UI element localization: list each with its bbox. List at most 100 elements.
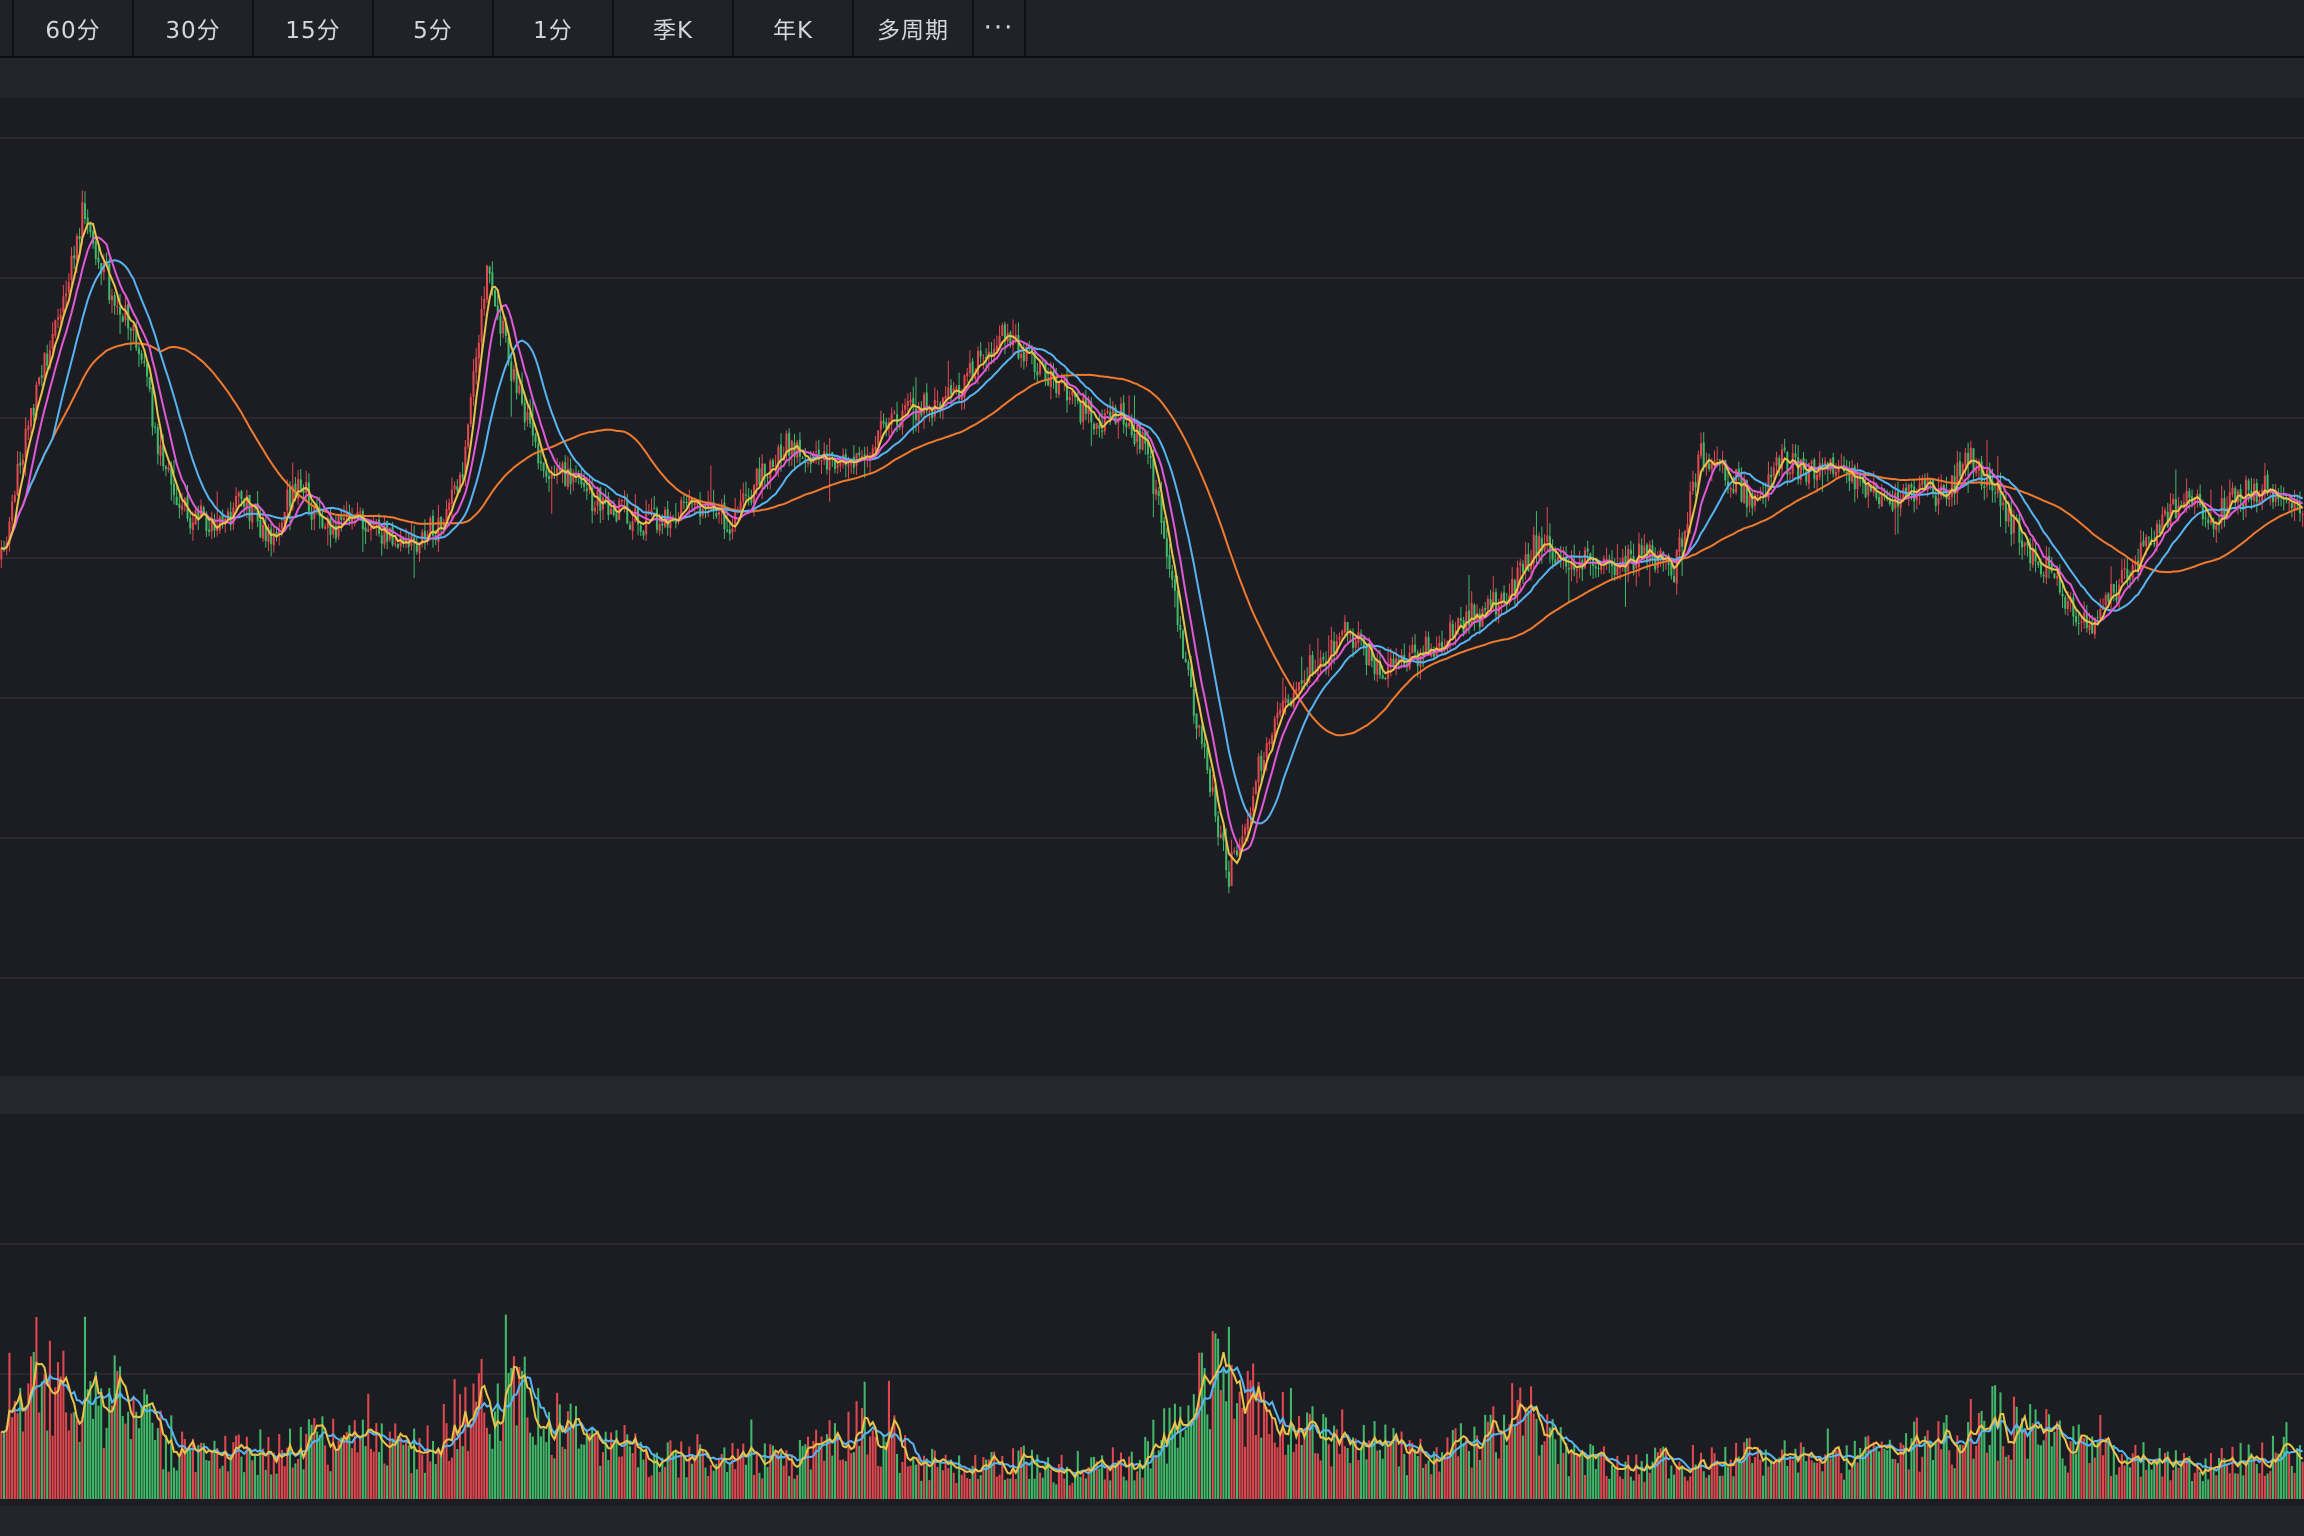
volume-bar [2204,1458,2207,1499]
volume-bar [2099,1415,2102,1499]
volume-chart-panel[interactable] [0,1114,2304,1506]
volume-bar [2169,1480,2172,1499]
candle-body [610,508,613,515]
volume-bar [1014,1479,1017,1499]
volume-bar [191,1438,194,1499]
period-button-multi[interactable]: 多周期 [854,0,974,56]
volume-bar [709,1464,712,1499]
volume-bar [966,1477,969,1499]
volume-bar [736,1448,739,1499]
volume-bar [1068,1485,1071,1499]
volume-bar [809,1469,812,1499]
volume-bar [1327,1444,1330,1499]
candle-body [2164,510,2167,515]
volume-bar [869,1436,872,1499]
volume-bar [2104,1438,2107,1499]
volume-bar [2150,1469,2153,1499]
period-button-30min[interactable]: 30分 [134,0,254,56]
volume-bar [2153,1460,2156,1499]
volume-bar [502,1422,505,1499]
volume-bar [1929,1441,1932,1499]
period-button-yearly[interactable]: 年K [734,0,854,56]
candle-body [56,317,60,320]
candle-body [639,525,642,532]
candle-body [766,477,769,479]
volume-bar [1192,1394,1195,1499]
candle-body [2231,487,2234,495]
candle-body [1244,827,1247,835]
volume-bar [1667,1478,1670,1499]
volume-bar [1921,1456,1924,1499]
candle-body [758,468,761,485]
period-button-1min[interactable]: 1分 [494,0,614,56]
volume-bar [1446,1437,1449,1499]
candle-body [1157,490,1160,497]
volume-bar [650,1475,653,1499]
volume-bar [418,1438,421,1499]
volume-bar [947,1468,950,1499]
period-button-quarterly[interactable]: 季K [614,0,734,56]
volume-bar [596,1431,599,1499]
candle-body [1343,621,1346,633]
volume-bar [178,1457,181,1499]
volume-bar [1082,1473,1085,1499]
volume-bar [1813,1462,1816,1499]
candle-body [1271,735,1274,744]
period-button-partial[interactable] [0,0,14,56]
volume-bar [162,1469,165,1499]
candle-body [2290,503,2293,509]
volume-bar [1880,1441,1883,1499]
volume-bar [1950,1464,1953,1499]
volume-bar [326,1464,329,1499]
volume-bar [534,1444,537,1499]
candle-body [1128,422,1131,427]
volume-bar [1767,1466,1770,1499]
candle-body [512,368,515,380]
volume-chart[interactable] [0,1114,2304,1506]
volume-bar [1084,1478,1087,1499]
volume-bar [1438,1471,1441,1499]
candle-body [2064,597,2067,609]
volume-bar [372,1451,375,1499]
candle-body [172,483,176,496]
volume-bar [1934,1442,1937,1499]
candle-body [415,543,418,552]
candle-body [364,527,367,532]
period-button-15min[interactable]: 15分 [254,0,374,56]
candlestick-chart-panel[interactable] [0,98,2304,1076]
candlestick-chart[interactable] [0,98,2304,1076]
volume-bar [1165,1463,1168,1499]
volume-bar [1090,1457,1093,1499]
volume-bar [912,1457,915,1499]
volume-bar [1654,1447,1657,1499]
candle-body [1789,472,1792,474]
volume-bar [243,1472,246,1499]
volume-bar [1605,1475,1608,1499]
volume-bar [1972,1458,1975,1499]
candle-body [119,306,122,315]
volume-bar [1292,1451,1295,1499]
candle-body [477,342,480,359]
volume-bar [1146,1441,1149,1499]
volume-bar [1953,1468,1956,1499]
volume-bar [1422,1467,1425,1499]
volume-bar [1629,1476,1632,1499]
volume-bar [1896,1463,1899,1499]
candle-body [208,529,211,532]
period-button-60min[interactable]: 60分 [14,0,134,56]
volume-bar [256,1474,259,1499]
volume-bar [2199,1471,2202,1499]
volume-bar [936,1466,939,1499]
candle-body [1694,482,1697,488]
candle-body [2188,491,2191,498]
candle-body [1775,457,1778,466]
candle-body [726,529,729,532]
candle-body [2120,569,2123,584]
candle-body [593,507,596,512]
candle-body [556,467,559,474]
candle-body [1295,688,1298,692]
period-button-5min[interactable]: 5分 [374,0,494,56]
volume-bar [2293,1472,2296,1499]
volume-bar [1341,1409,1344,1499]
more-options-icon[interactable]: ··· [974,0,1026,56]
